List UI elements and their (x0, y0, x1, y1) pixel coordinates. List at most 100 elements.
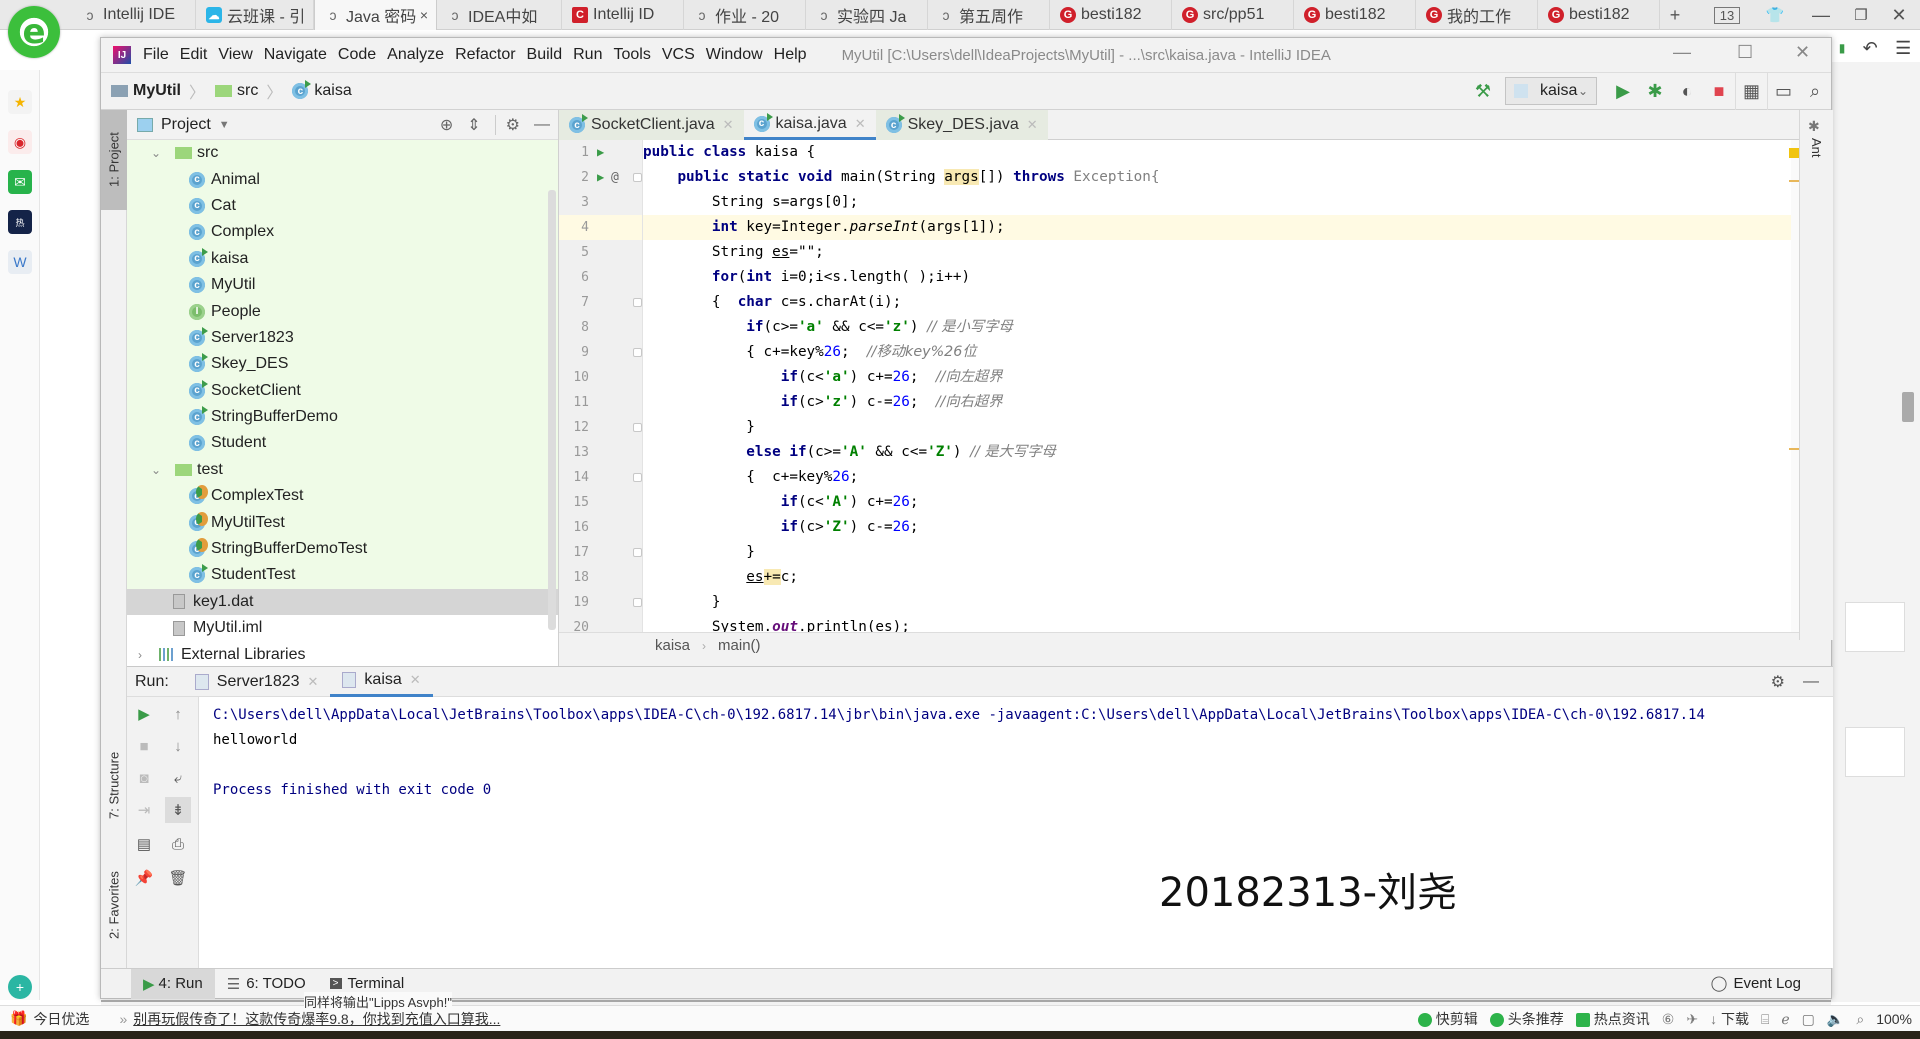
fold-marker-icon[interactable] (633, 598, 642, 607)
news-ticker-link[interactable]: 别再玩假传奇了！这款传奇爆率9.8，你找到充值入口算我... (133, 1009, 500, 1029)
favorites-tool-button[interactable]: 2: Favorites (101, 850, 127, 960)
ide-maximize-button[interactable]: ☐ (1737, 42, 1753, 63)
settings-gear-icon[interactable]: ⚙ (494, 115, 520, 135)
tree-item[interactable]: ⌄ test (127, 456, 558, 484)
breadcrumb-src[interactable]: src 〉 (215, 79, 282, 103)
browser-tab[interactable]: Gbesti182 (1050, 0, 1172, 30)
breadcrumb-project[interactable]: MyUtil 〉 (111, 79, 205, 103)
extension-icon[interactable]: ▮ (1839, 41, 1846, 55)
browser-tab[interactable]: ↄ 实验四 Ja (806, 0, 928, 30)
tree-item[interactable]: c kaisa (127, 245, 558, 272)
daily-picks-link[interactable]: 今日优选 (33, 1009, 89, 1029)
fold-marker-icon[interactable] (633, 173, 642, 182)
tree-item[interactable]: c ComplexTest (127, 483, 558, 510)
tree-item[interactable]: › External Libraries (127, 641, 558, 667)
new-tab-button[interactable]: + (1662, 0, 1688, 30)
tree-item[interactable]: c MyUtilTest (127, 509, 558, 536)
browser-tab[interactable]: ↄ Intellij IDE (72, 0, 196, 30)
zoom-level[interactable]: 100% (1876, 1011, 1912, 1027)
menu-icon[interactable]: ☰ (1895, 38, 1911, 59)
chevron-down-icon[interactable]: ⌄ (149, 146, 163, 160)
menu-refactor[interactable]: Refactor (455, 46, 515, 64)
menu-code[interactable]: Code (338, 46, 376, 64)
fold-marker-icon[interactable] (633, 473, 642, 482)
terminal-window-icon[interactable]: ▭ (1767, 72, 1799, 110)
run-tab-server1823[interactable]: Server1823 ✕ (183, 667, 331, 697)
run-tab-kaisa[interactable]: kaisa ✕ (330, 667, 433, 697)
tree-item[interactable]: c Skey_DES (127, 351, 558, 378)
close-tab-icon[interactable]: ✕ (410, 672, 421, 688)
ie-icon[interactable]: ℯ (1781, 1011, 1789, 1028)
word-doc-icon[interactable]: W (8, 250, 32, 274)
editor-tab-socketclient[interactable]: c SocketClient.java ✕ (559, 110, 744, 140)
skin-icon[interactable]: 👕 (1762, 0, 1788, 30)
print-icon[interactable]: ⎙ (165, 831, 191, 857)
browser-tab[interactable]: Gsrc/pp51 (1172, 0, 1294, 30)
build-hammer-icon[interactable]: ⚒ (1467, 72, 1499, 110)
tree-item[interactable]: c Cat (127, 192, 558, 220)
tree-item[interactable]: ⌄ src (127, 140, 558, 167)
debug-bug-icon[interactable]: ✱ (1639, 72, 1671, 110)
close-tab-icon[interactable]: ✕ (723, 117, 734, 133)
project-scrollbar[interactable] (548, 190, 556, 630)
weibo-icon[interactable]: ◉ (8, 130, 32, 154)
news-icon[interactable]: 热 (8, 210, 32, 234)
run-gutter-icon[interactable]: ▶ (597, 140, 604, 165)
browser-tab[interactable]: ☁ 云班课 - 引 (196, 0, 314, 30)
tab-count-button[interactable]: 13 (1710, 0, 1744, 30)
chevron-down-icon[interactable]: ⌄ (149, 463, 163, 477)
settings-gear-icon[interactable]: ⚙ (1771, 672, 1785, 692)
rerun-icon[interactable]: ▶ (131, 701, 157, 727)
close-tab-icon[interactable]: ✕ (855, 116, 866, 132)
inspection-status-icon[interactable] (1789, 148, 1799, 158)
project-tool-button[interactable]: 1: Project (101, 110, 127, 210)
breadcrumb-class[interactable]: c kaisa (292, 80, 352, 100)
close-tab-icon[interactable]: ✕ (308, 674, 319, 690)
browser-tab[interactable]: Gbesti182 (1538, 0, 1660, 30)
sound-icon[interactable]: 🔈 (1827, 1011, 1844, 1028)
restore-layout-icon[interactable]: ⇥ (131, 797, 157, 823)
layout-icon[interactable]: ▤ (131, 831, 157, 857)
tree-item[interactable]: c StringBufferDemoTest (127, 535, 558, 563)
tree-item[interactable]: c Student (127, 430, 558, 457)
console-output[interactable]: C:\Users\dell\AppData\Local\JetBrains\To… (199, 697, 1833, 969)
headline-link[interactable]: 头条推荐 (1489, 1009, 1564, 1029)
run-configuration-dropdown[interactable]: kaisa ⌄ (1505, 77, 1597, 105)
tree-item[interactable]: I People (127, 298, 558, 325)
tree-item[interactable]: c Animal (127, 166, 558, 193)
menu-help[interactable]: Help (774, 46, 807, 64)
collapse-all-icon[interactable]: ⇕ (467, 115, 480, 135)
tree-item[interactable]: c Server1823 (127, 324, 558, 352)
fold-marker-icon[interactable] (633, 548, 642, 557)
browser-tab[interactable]: ↄ IDEA中如 (437, 0, 562, 30)
event-log-button[interactable]: ◯ Event Log (1711, 968, 1801, 998)
scroll-down-icon[interactable]: ↓ (165, 733, 191, 759)
project-view-dropdown[interactable]: Project (161, 116, 211, 134)
tree-item[interactable]: c MyUtil (127, 271, 558, 299)
browser-tab[interactable]: Gbesti182 (1294, 0, 1416, 30)
search-icon[interactable]: ⌕ (1799, 72, 1831, 110)
locate-target-icon[interactable]: ⊕ (440, 115, 453, 135)
menu-edit[interactable]: Edit (180, 46, 208, 64)
clear-trash-icon[interactable]: 🗑 (165, 865, 191, 891)
hide-panel-icon[interactable]: — (1803, 673, 1819, 691)
caret-down-icon[interactable]: ▼ (219, 119, 230, 131)
favorites-star-icon[interactable]: ★ (8, 90, 32, 114)
scroll-up-icon[interactable]: ↑ (165, 701, 191, 727)
close-tab-icon[interactable]: × (420, 7, 428, 23)
menu-navigate[interactable]: Navigate (264, 46, 327, 64)
browser-tab[interactable]: G 我的工作 (1416, 0, 1538, 30)
menu-run[interactable]: Run (573, 46, 602, 64)
ant-tool-button[interactable]: Ant (1809, 138, 1824, 158)
override-gutter-icon[interactable]: @ (611, 165, 619, 190)
browser-minimize-button[interactable]: — (1808, 0, 1834, 30)
chevron-right-icon[interactable]: › (133, 648, 147, 662)
project-structure-icon[interactable]: ▦ (1735, 72, 1767, 110)
browser-tab[interactable]: ↄ 作业 - 20 (684, 0, 806, 30)
browser-tab[interactable]: ↄ Java 密码 × (314, 0, 437, 30)
scroll-to-end-icon[interactable]: ⇟ (165, 797, 191, 823)
menu-window[interactable]: Window (706, 46, 763, 64)
fold-marker-icon[interactable] (633, 423, 642, 432)
menu-analyze[interactable]: Analyze (387, 46, 444, 64)
zoom-icon[interactable]: ⌕ (1856, 1011, 1864, 1028)
